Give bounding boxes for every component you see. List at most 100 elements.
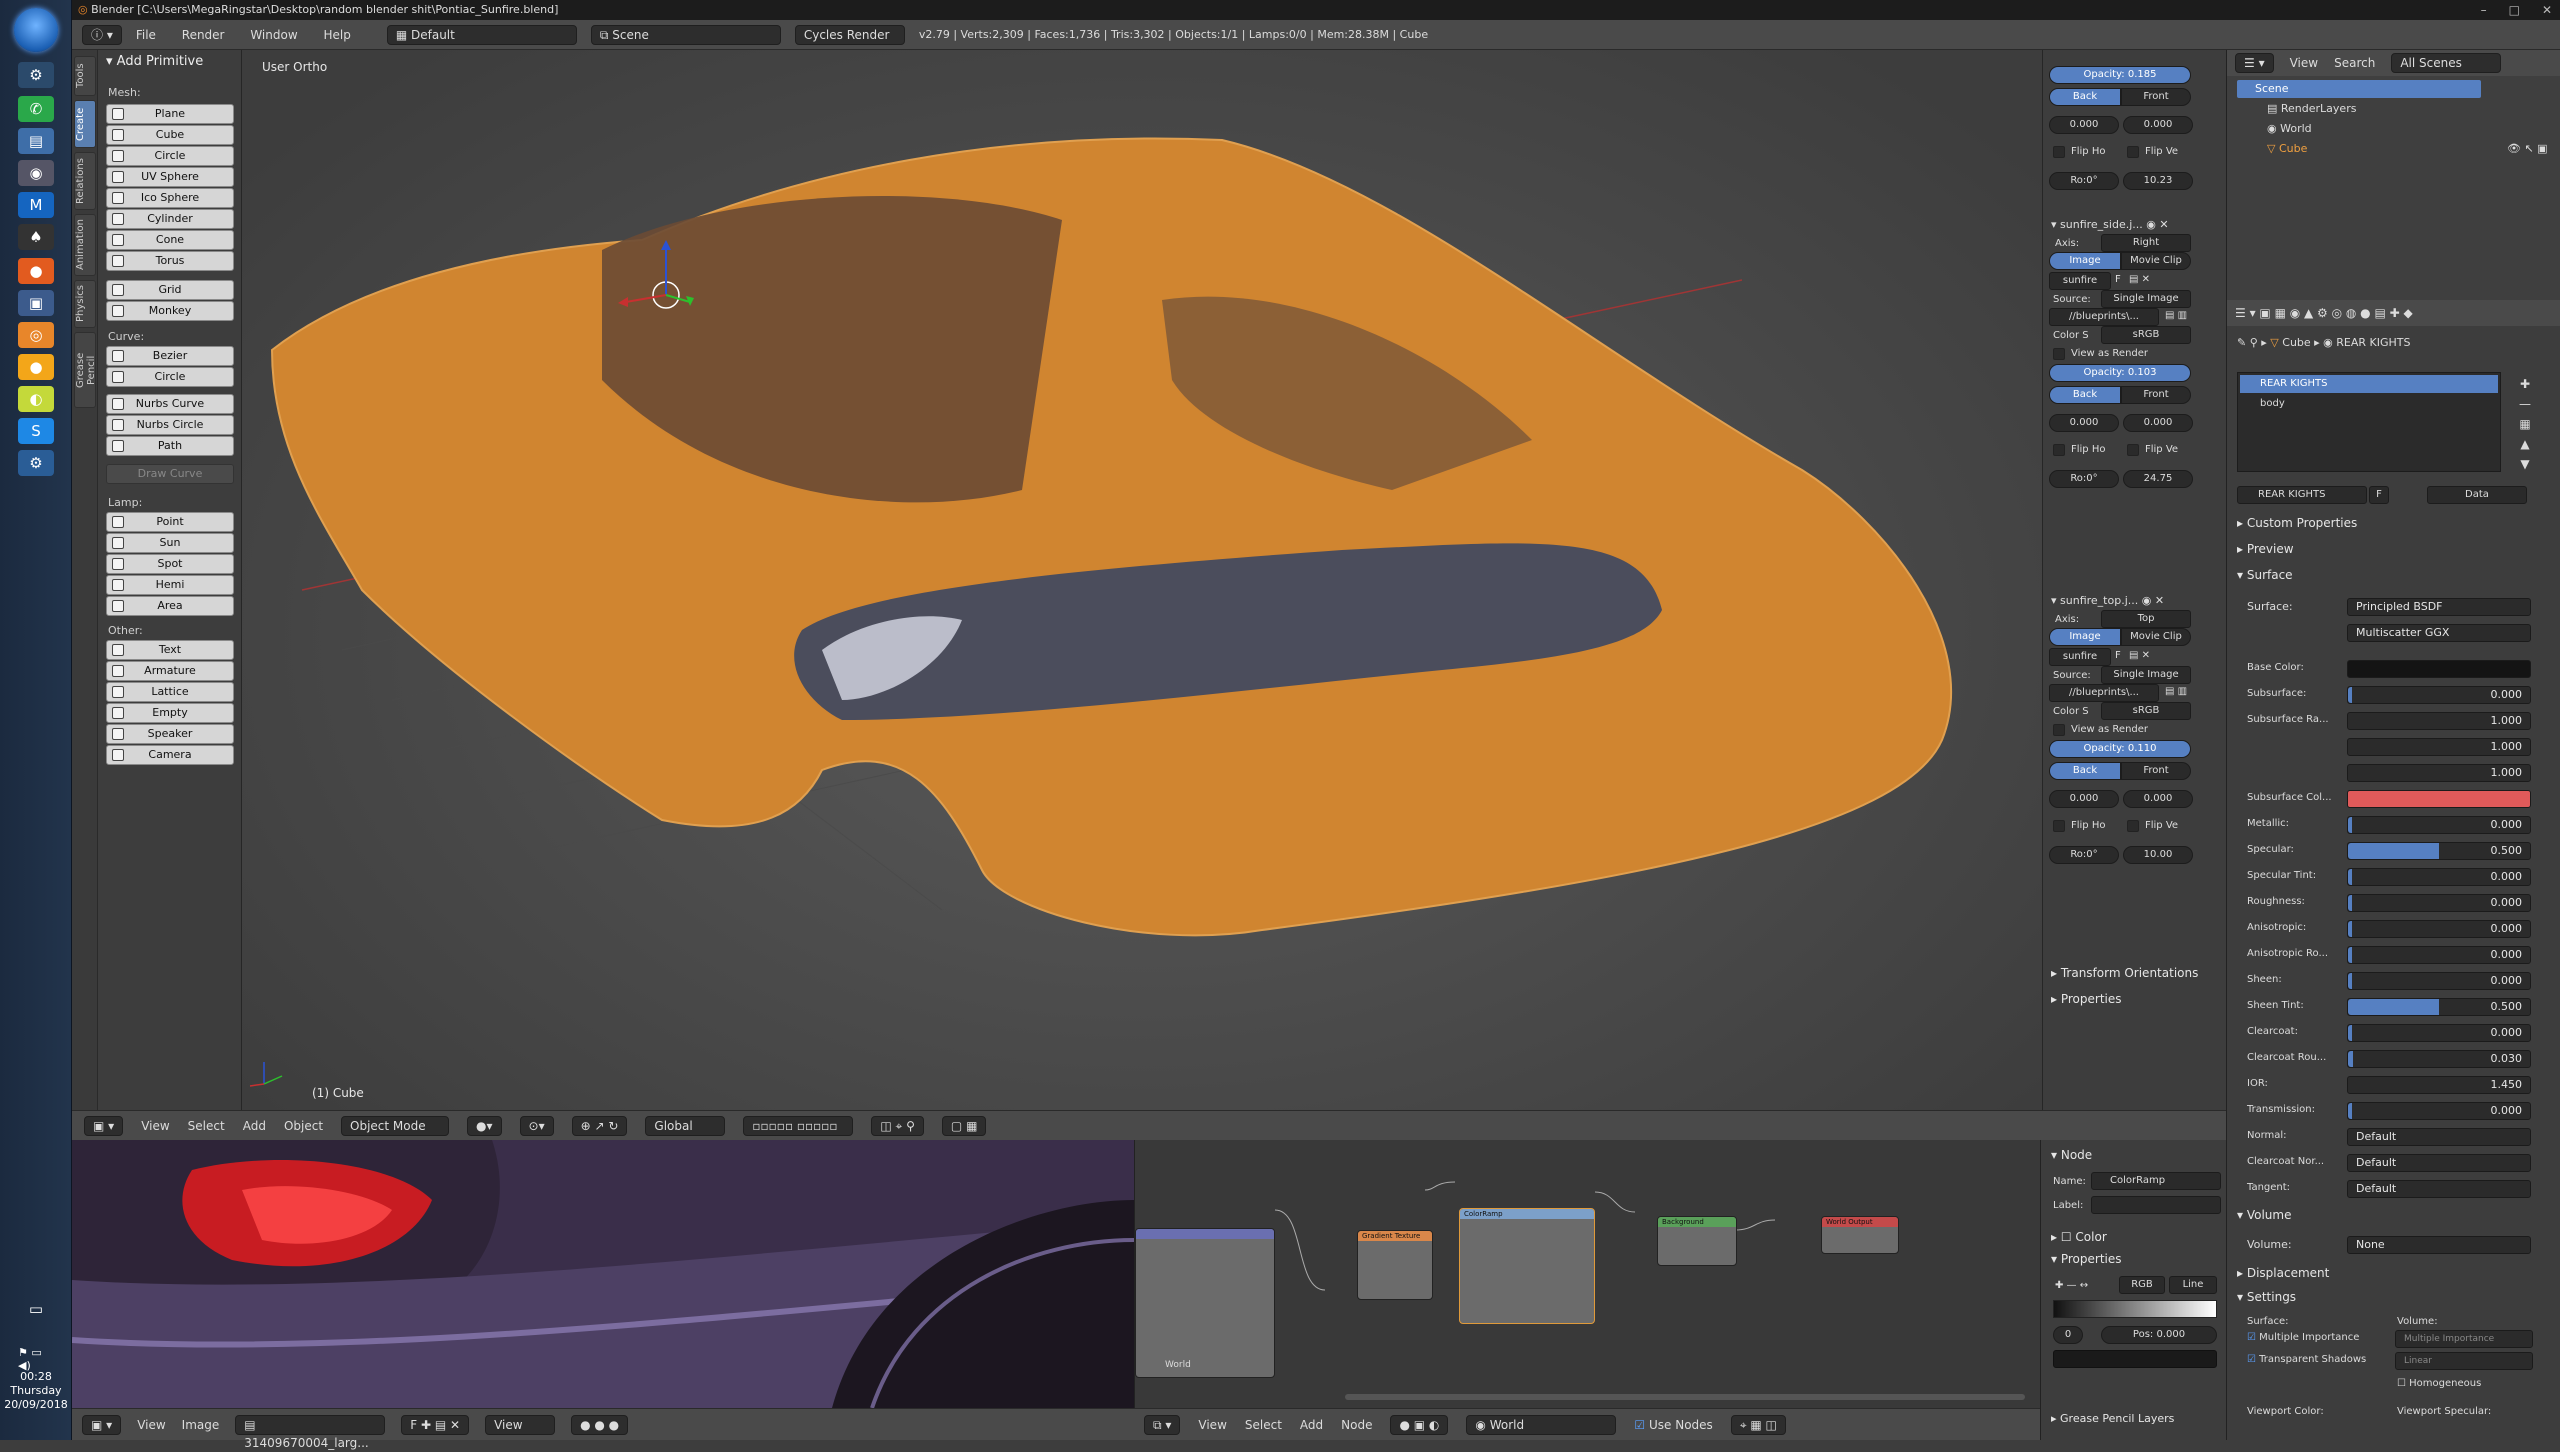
add-hemi-button[interactable]: Hemi <box>106 575 234 595</box>
prop-slider[interactable]: 0.500 <box>2347 842 2531 860</box>
flip-vertical-checkbox[interactable] <box>2127 444 2139 456</box>
add-cone-button[interactable]: Cone <box>106 230 234 250</box>
fake-user-button[interactable]: F <box>2369 486 2389 504</box>
menu-view[interactable]: View <box>2290 56 2318 70</box>
visibility-icons[interactable]: 👁 ↖ ▣ <box>2507 142 2548 155</box>
image-view-dropdown[interactable]: View <box>485 1414 556 1435</box>
maximize-button[interactable]: □ <box>2509 0 2520 20</box>
skype-icon[interactable]: S <box>18 418 54 444</box>
back-button[interactable]: Back <box>2049 386 2121 404</box>
back-button[interactable]: Back <box>2049 88 2121 106</box>
scale-field[interactable]: 10.00 <box>2123 846 2193 864</box>
rotation-field[interactable]: Ro:0° <box>2049 470 2119 488</box>
scale-field[interactable]: 10.23 <box>2123 172 2193 190</box>
whatsapp-icon[interactable]: ✆ <box>18 96 54 122</box>
editor-type-icon[interactable]: ☰ ▾ <box>2235 53 2274 73</box>
image-buttons[interactable]: F ✚ ▤ ✕ <box>401 1414 470 1435</box>
offset-y-field[interactable]: 0.000 <box>2123 414 2193 432</box>
slot-buttons[interactable]: ✚ — ▦ ▲ ▼ <box>2515 374 2535 474</box>
add-primitive-header[interactable]: ▾ Add Primitive <box>106 54 203 69</box>
material-link-dropdown[interactable]: Data <box>2427 486 2527 504</box>
editor-type-icon[interactable]: ⧉ ▾ <box>1144 1414 1181 1435</box>
taskbar-app-icon[interactable]: ◐ <box>18 386 54 412</box>
car-body[interactable] <box>270 137 1953 937</box>
tray-icons[interactable]: ⚑ ▭ ◀) <box>18 1346 54 1372</box>
prop-slider[interactable]: 0.000 <box>2347 894 2531 912</box>
draw-curve-button[interactable]: Draw Curve <box>106 464 234 484</box>
taskbar-clock[interactable]: 00:28 Thursday 20/09/2018 <box>0 1370 72 1412</box>
prop-dropdown[interactable]: Default <box>2347 1180 2531 1198</box>
add-uv-sphere-button[interactable]: UV Sphere <box>106 167 234 187</box>
node-texture-coordinate[interactable] <box>1135 1228 1275 1378</box>
menu-file[interactable]: File <box>136 28 156 42</box>
use-nodes-toggle[interactable]: ☑ Use Nodes <box>1634 1418 1712 1432</box>
remove-icon[interactable]: ✕ <box>2155 594 2164 607</box>
image-source-button[interactable]: Image <box>2049 628 2121 646</box>
outliner-item-renderlayers[interactable]: ▤ RenderLayers <box>2267 102 2356 115</box>
menu-render[interactable]: Render <box>182 28 225 42</box>
layout-selector[interactable]: ▦ Default <box>386 24 577 45</box>
settings-section[interactable]: ▾ Settings <box>2237 1290 2296 1304</box>
menu-add[interactable]: Add <box>1300 1418 1323 1432</box>
eye-icon[interactable]: ◉ <box>2146 218 2156 231</box>
fake-user-button[interactable]: F <box>2115 274 2121 285</box>
surface-shader-dropdown[interactable]: Principled BSDF <box>2347 598 2531 616</box>
add-spot-button[interactable]: Spot <box>106 554 234 574</box>
add-monkey-button[interactable]: Monkey <box>106 301 234 321</box>
prop-slider[interactable]: 1.000 <box>2347 764 2531 782</box>
color-ramp-bar[interactable] <box>2053 1300 2217 1318</box>
add-point-button[interactable]: Point <box>106 512 234 532</box>
add-plane-button[interactable]: Plane <box>106 104 234 124</box>
node-gradient-texture[interactable]: Gradient Texture <box>1357 1230 1433 1300</box>
node-background[interactable]: Background <box>1657 1216 1737 1266</box>
transform-orientations-section[interactable]: ▸ Transform Orientations <box>2051 966 2198 980</box>
prop-slider[interactable]: 1.000 <box>2347 738 2531 756</box>
prop-slider[interactable]: 0.000 <box>2347 686 2531 704</box>
shader-type-buttons[interactable]: ● ▣ ◐ <box>1390 1414 1449 1435</box>
menu-select[interactable]: Select <box>1245 1418 1282 1432</box>
eye-icon[interactable]: ◉ <box>2142 594 2152 607</box>
add-circle-button[interactable]: Circle <box>106 367 234 387</box>
menu-view[interactable]: View <box>141 1119 169 1133</box>
rotation-field[interactable]: Ro:0° <box>2049 846 2119 864</box>
prop-slider[interactable]: 1.000 <box>2347 712 2531 730</box>
add-speaker-button[interactable]: Speaker <box>106 724 234 744</box>
firefox-icon[interactable]: ● <box>18 258 54 284</box>
rotation-field[interactable]: Ro:0° <box>2049 172 2119 190</box>
tab-physics[interactable]: Physics <box>74 280 96 328</box>
offset-x-field[interactable]: 0.000 <box>2049 116 2119 134</box>
add-grid-button[interactable]: Grid <box>106 280 234 300</box>
axis-dropdown[interactable]: Top <box>2101 610 2191 628</box>
ramp-interpolation[interactable]: Line <box>2169 1276 2217 1294</box>
menu-window[interactable]: Window <box>250 28 297 42</box>
menu-help[interactable]: Help <box>323 28 350 42</box>
node-label-field[interactable] <box>2091 1196 2221 1214</box>
add-circle-button[interactable]: Circle <box>106 146 234 166</box>
color-space-dropdown[interactable]: sRGB <box>2101 326 2191 344</box>
menu-select[interactable]: Select <box>188 1119 225 1133</box>
add-nurbs-circle-button[interactable]: Nurbs Circle <box>106 415 234 435</box>
horizontal-scrollbar[interactable] <box>1345 1394 2025 1400</box>
tab-relations[interactable]: Relations <box>74 152 96 210</box>
mode-dropdown[interactable]: Object Mode <box>341 1115 450 1136</box>
prop-slider[interactable]: 0.000 <box>2347 946 2531 964</box>
outliner-item-cube[interactable]: ▽ Cube <box>2267 142 2307 155</box>
add-camera-button[interactable]: Camera <box>106 745 234 765</box>
add-nurbs-curve-button[interactable]: Nurbs Curve <box>106 394 234 414</box>
flip-vertical-checkbox[interactable] <box>2127 146 2139 158</box>
taskbar-app-icon[interactable]: M <box>18 192 54 218</box>
taskbar-app-icon[interactable]: ● <box>18 354 54 380</box>
add-cube-button[interactable]: Cube <box>106 125 234 145</box>
editor-type-icon[interactable]: ⓘ ▾ <box>82 24 122 45</box>
taskbar-app-icon[interactable]: ♠ <box>18 224 54 250</box>
add-bezier-button[interactable]: Bezier <box>106 346 234 366</box>
bg-image-header[interactable]: ▾ sunfire_top.j... ◉ ✕ <box>2051 594 2164 607</box>
material-slot[interactable]: REAR KIGHTS <box>2240 375 2498 393</box>
snap-buttons[interactable]: ⌖ ▦ ◫ <box>1730 1414 1786 1435</box>
pivot-dropdown[interactable]: ⊙▾ <box>519 1115 554 1136</box>
scale-field[interactable]: 24.75 <box>2123 470 2193 488</box>
prop-slider[interactable]: 1.450 <box>2347 1076 2531 1094</box>
prop-slider[interactable]: 0.000 <box>2347 1102 2531 1120</box>
source-dropdown[interactable]: Single Image <box>2101 290 2191 308</box>
color-swatch[interactable] <box>2347 660 2531 678</box>
